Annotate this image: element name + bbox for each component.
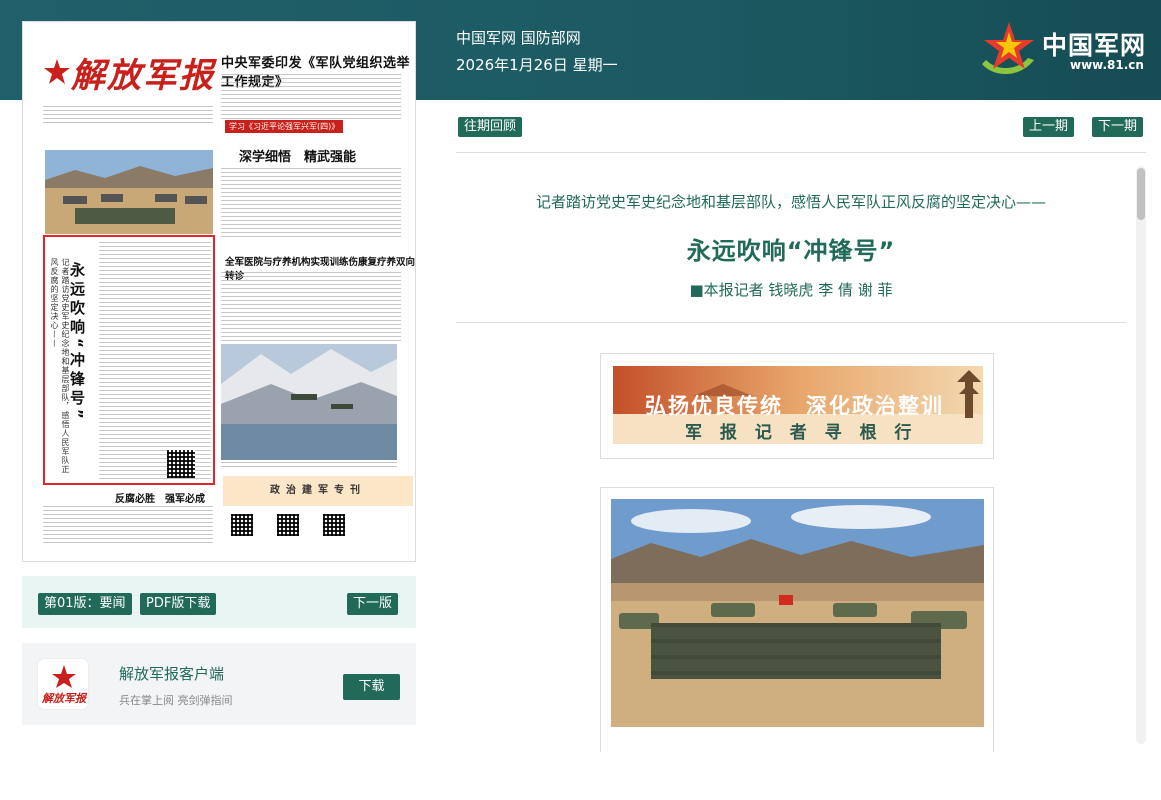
next-edition-button[interactable]: 下一版 [347,593,399,615]
paper-text-block [99,242,211,480]
star-logo-icon [982,22,1034,75]
logo-url: www.81.cn [1070,58,1144,72]
paper-text-block [221,272,401,342]
banner-line2: 军 报 记 者 寻 根 行 [685,423,918,443]
qr-code [277,514,299,536]
logo-text: 中国军网 [1042,31,1147,60]
paper-masthead-title: 解放军报 [71,56,215,96]
app-promo: 解放军报 解放军报客户端 兵在掌上阅 亮剑弹指间 下载 [22,643,416,725]
paper-text-block [43,106,213,124]
edition-toolbar: 第01版：要闻 PDF版下载 下一版 [22,576,416,628]
article-panel: 记者踏访党史军史纪念地和基层部队，感悟人民军队正风反腐的坚定决心—— 永远吹响“… [456,152,1146,752]
paper-bottom-title[interactable]: 反腐必胜 强军必成 [115,490,205,505]
header-links[interactable]: 中国军网 国防部网 [456,27,581,48]
site-logo[interactable]: 中国军网 www.81.cn [976,20,1146,78]
archive-button[interactable]: 往期回顾 [458,117,523,137]
next-issue-button[interactable]: 下一期 [1092,117,1144,137]
header-date: 2026年1月26日 星期一 [456,56,618,74]
qr-code [231,514,253,536]
qr-code [167,450,195,478]
article-divider [456,322,1126,323]
issue-navigation: 往期回顾 上一期 下一期 [456,117,1146,139]
article-photo [600,487,994,752]
article-banner-image: 弘扬优良传统 深化政治整训 军 报 记 者 寻 根 行 [600,353,994,459]
article-scrollbar[interactable] [1136,166,1146,744]
app-icon[interactable]: 解放军报 [37,658,89,710]
paper-text-block [43,506,213,546]
paper-photo-helicopters [221,344,397,460]
qr-code [323,514,345,536]
article-title: 永远吹响“冲锋号” [686,237,896,265]
newspaper-page-image[interactable]: 解放军报 中央军委印发《军队党组织选举工作规定》 学习《习近平论强军兴军(四)》… [22,21,416,562]
banner-line1: 弘扬优良传统 深化政治整训 [645,394,944,418]
paper-special-column: 政治建军专刊 [223,476,413,506]
app-name[interactable]: 解放军报客户端 [119,663,224,684]
red-star-icon [44,59,70,84]
paper-text-block [221,168,401,238]
paper-caption [221,462,397,470]
paper-text-block [221,74,401,120]
prev-issue-button[interactable]: 上一期 [1023,117,1075,137]
paper-masthead: 解放军报 [43,44,223,104]
app-icon-text: 解放军报 [42,692,86,705]
paper-photo-troops [45,150,213,234]
pdf-download-button[interactable]: PDF版下载 [140,593,217,615]
edition-label[interactable]: 第01版：要闻 [38,593,132,615]
paper-study-banner: 学习《习近平论强军兴军(四)》 [225,120,344,133]
scrollbar-thumb[interactable] [1137,168,1145,220]
app-subtitle: 兵在掌上阅 亮剑弹指间 [119,694,233,707]
article-kicker: 记者踏访党史军史纪念地和基层部队，感悟人民军队正风反腐的坚定决心—— [535,193,1046,211]
app-download-button[interactable]: 下载 [343,674,400,700]
paper-column-title[interactable]: 深学细悟 精武强能 [239,146,356,165]
article-byline: ■本报记者 钱晓虎 李 倩 谢 菲 [689,281,893,299]
paper-lead-vertical-kicker: 记者踏访党史军史纪念地和基层部队，感悟人民军队正风反腐的坚定决心—— [50,258,70,474]
